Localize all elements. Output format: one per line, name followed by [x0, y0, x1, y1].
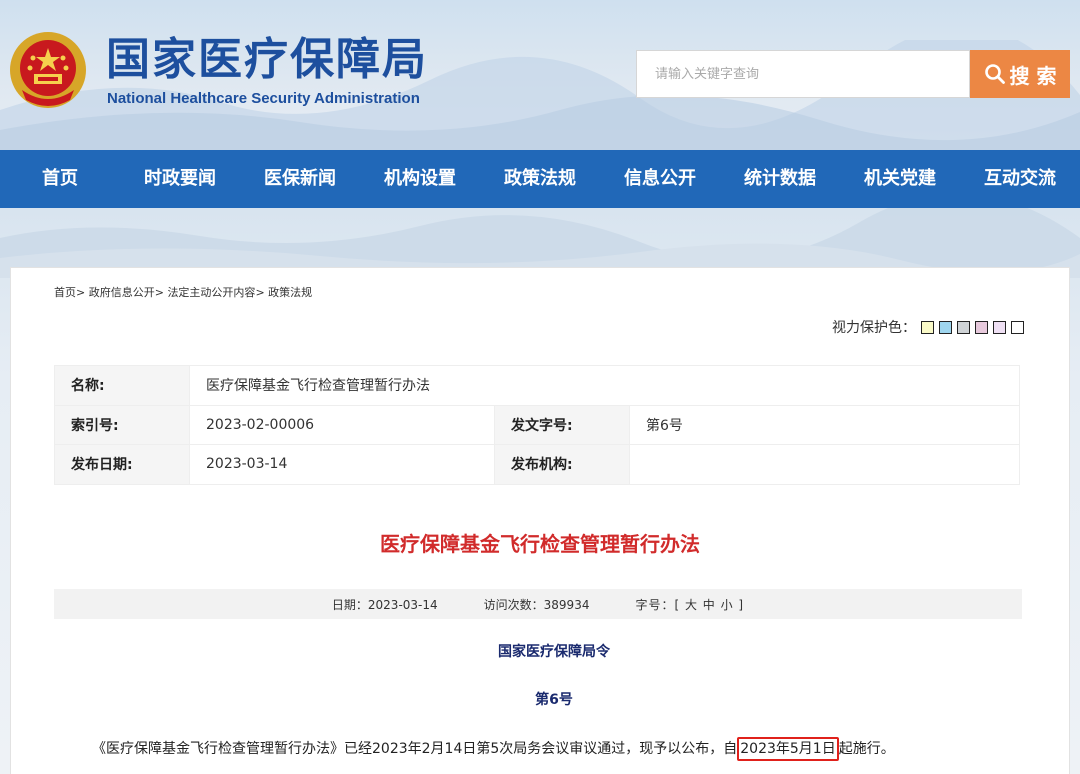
breadcrumb-separator: >: [255, 286, 265, 299]
nav-item-organization[interactable]: 机构设置: [360, 150, 480, 208]
nav-item-party-building[interactable]: 机关党建: [840, 150, 960, 208]
eye-care-swatch-lavender[interactable]: [993, 320, 1006, 334]
eye-care-color-picker: 视力保护色：: [832, 317, 1024, 337]
meta-date-label: 发布日期:: [54, 444, 190, 485]
meta-org-value: [629, 444, 1020, 485]
search-button-label: 搜 索: [1009, 63, 1057, 88]
article-info-bar: 日期：2023-03-14 访问次数：389934 字号：[ 大 中 小 ]: [54, 589, 1022, 619]
breadcrumb-statutory-content[interactable]: 法定主动公开内容: [167, 286, 255, 299]
meta-index-label: 索引号:: [54, 404, 190, 445]
nav-item-interaction[interactable]: 互动交流: [960, 150, 1080, 208]
nav-item-current-affairs[interactable]: 时政要闻: [120, 150, 240, 208]
meta-docno-value: 第6号: [629, 404, 1020, 445]
nav-item-statistics[interactable]: 统计数据: [720, 150, 840, 208]
effective-date-highlight: 2023年5月1日: [737, 737, 839, 761]
national-emblem-icon: [10, 32, 86, 108]
nav-item-info-disclosure[interactable]: 信息公开: [600, 150, 720, 208]
eye-care-label: 视力保护色：: [832, 320, 916, 336]
site-title[interactable]: 国家医疗保障局: [106, 34, 428, 86]
body-text-before: 《医疗保障基金飞行检查管理暂行办法》已经2023年2月14日第5次局务会议审议通…: [92, 741, 738, 757]
main-nav: 首页 时政要闻 医保新闻 机构设置 政策法规 信息公开 统计数据 机关党建 互动…: [0, 150, 1080, 208]
article-title: 医疗保障基金飞行检查管理暂行办法: [380, 532, 700, 556]
article-visit-count: 访问次数：389934: [483, 597, 590, 612]
eye-care-swatch-pink[interactable]: [975, 320, 988, 334]
meta-docno-label: 发文字号:: [494, 404, 630, 445]
breadcrumb-gov-info[interactable]: 政府信息公开: [89, 286, 155, 299]
breadcrumb-home[interactable]: 首页: [54, 286, 76, 299]
search-button[interactable]: 搜 索: [970, 50, 1070, 98]
search-input[interactable]: [636, 50, 970, 98]
site-header: 国家医疗保障局 National Healthcare Security Adm…: [0, 0, 1080, 150]
nav-item-healthcare-news[interactable]: 医保新闻: [240, 150, 360, 208]
eye-care-swatch-yellow[interactable]: [921, 320, 934, 334]
eye-care-swatch-blue[interactable]: [939, 320, 952, 334]
meta-date-value: 2023-03-14: [189, 444, 495, 485]
table-row: 名称: 医疗保障基金飞行检查管理暂行办法: [54, 365, 1020, 406]
article-body-paragraph: 《医疗保障基金飞行检查管理暂行办法》已经2023年2月14日第5次局务会议审议通…: [92, 737, 895, 761]
breadcrumb-policies[interactable]: 政策法规: [268, 286, 312, 299]
meta-name-label: 名称:: [54, 365, 190, 406]
nav-item-home[interactable]: 首页: [0, 150, 120, 208]
breadcrumb: 首页> 政府信息公开> 法定主动公开内容> 政策法规: [54, 284, 312, 300]
meta-name-value: 医疗保障基金飞行检查管理暂行办法: [189, 365, 1020, 406]
search-icon: [984, 64, 1005, 84]
nav-item-policies[interactable]: 政策法规: [480, 150, 600, 208]
breadcrumb-separator: >: [154, 286, 164, 299]
eye-care-swatch-gray[interactable]: [957, 320, 970, 334]
body-text-after: 起施行。: [838, 741, 895, 757]
document-metadata-table: 名称: 医疗保障基金飞行检查管理暂行办法 索引号: 2023-02-00006 …: [54, 365, 1020, 485]
site-subtitle: National Healthcare Security Administrat…: [107, 90, 420, 107]
font-size-switcher[interactable]: 字号：[ 大 中 小 ]: [635, 596, 744, 613]
order-number: 第6号: [535, 692, 573, 708]
table-row: 索引号: 2023-02-00006 发文字号: 第6号: [54, 404, 1020, 445]
eye-care-swatch-white[interactable]: [1011, 320, 1024, 334]
order-heading: 国家医疗保障局令: [498, 644, 610, 660]
table-row: 发布日期: 2023-03-14 发布机构:: [54, 444, 1020, 485]
article-date: 日期：2023-03-14: [331, 597, 438, 612]
meta-index-value: 2023-02-00006: [189, 404, 495, 445]
meta-org-label: 发布机构:: [494, 444, 630, 485]
breadcrumb-separator: >: [76, 286, 86, 299]
